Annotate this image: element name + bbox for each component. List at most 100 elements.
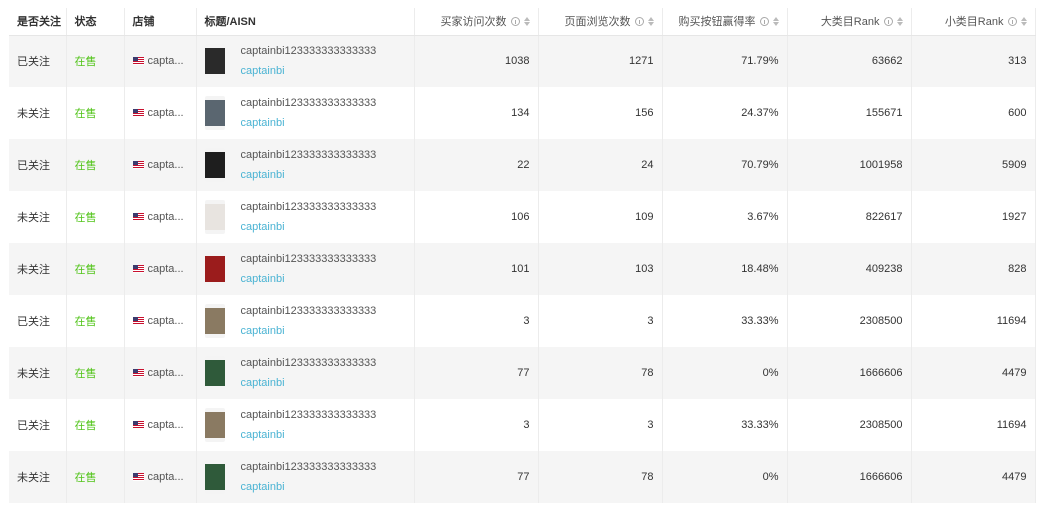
store-name: capta... — [147, 367, 184, 379]
cell-page-views: 3 — [538, 295, 663, 347]
info-icon[interactable] — [510, 16, 520, 26]
cell-status: 在售 — [66, 243, 125, 295]
col-header-followed: 是否关注 — [9, 8, 67, 36]
table-row[interactable]: 未关注 在售 capta... captainbi123333333333333… — [9, 191, 1036, 243]
product-thumbnail[interactable] — [204, 356, 225, 390]
product-title: captainbi123333333333333 — [240, 357, 377, 369]
cell-title: captainbi123333333333333 captainbi — [196, 451, 415, 503]
cell-main-rank: 63662 — [787, 35, 912, 87]
asin-link[interactable]: captainbi — [241, 65, 377, 77]
product-thumbnail[interactable] — [204, 148, 225, 182]
product-thumbnail[interactable] — [204, 460, 225, 494]
asin-link[interactable]: captainbi — [241, 117, 377, 129]
product-title: captainbi123333333333333 — [240, 409, 377, 421]
table-row[interactable]: 已关注 在售 capta... captainbi123333333333333… — [9, 399, 1036, 451]
status-badge: 在售 — [74, 420, 97, 432]
sort-icon[interactable] — [1020, 16, 1027, 26]
cell-followed: 未关注 — [9, 243, 67, 295]
cell-sub-rank: 1927 — [911, 191, 1036, 243]
asin-link[interactable]: captainbi — [241, 377, 377, 389]
col-header-status: 状态 — [66, 8, 125, 36]
asin-link[interactable]: captainbi — [241, 429, 377, 441]
store-name: capta... — [147, 107, 184, 119]
asin-link[interactable]: captainbi — [241, 273, 377, 285]
status-badge: 在售 — [74, 212, 97, 224]
cell-title: captainbi123333333333333 captainbi — [196, 347, 415, 399]
cell-main-rank: 155671 — [787, 87, 912, 139]
info-icon[interactable] — [759, 16, 769, 26]
product-title: captainbi123333333333333 — [240, 97, 377, 109]
cell-status: 在售 — [66, 139, 125, 191]
col-header-sub-rank-label: 小类目Rank — [944, 16, 1004, 29]
sort-icon[interactable] — [523, 16, 530, 26]
table-row[interactable]: 未关注 在售 capta... captainbi123333333333333… — [9, 243, 1036, 295]
table-row[interactable]: 未关注 在售 capta... captainbi123333333333333… — [9, 347, 1036, 399]
asin-link[interactable]: captainbi — [241, 221, 377, 233]
product-thumbnail[interactable] — [204, 304, 225, 338]
col-header-title: 标题/AISN — [196, 8, 415, 36]
col-header-sub-rank[interactable]: 小类目Rank — [911, 8, 1036, 36]
cell-title: captainbi123333333333333 captainbi — [196, 295, 415, 347]
cell-buyer-visits: 1038 — [414, 35, 539, 87]
cell-title: captainbi123333333333333 captainbi — [196, 191, 415, 243]
store: capta... — [132, 107, 188, 119]
col-header-main-rank-label: 大类目Rank — [820, 16, 880, 29]
product-info: captainbi123333333333333 captainbi — [204, 252, 406, 286]
store: capta... — [132, 471, 188, 483]
product-title: captainbi123333333333333 — [240, 253, 377, 265]
cell-buyer-visits: 3 — [414, 399, 539, 451]
product-info: captainbi123333333333333 captainbi — [204, 356, 406, 390]
cell-followed: 未关注 — [9, 191, 67, 243]
table-row[interactable]: 已关注 在售 capta... captainbi123333333333333… — [9, 139, 1036, 191]
table-row[interactable]: 已关注 在售 capta... captainbi123333333333333… — [9, 295, 1036, 347]
us-flag-icon — [132, 317, 144, 325]
cell-followed: 已关注 — [9, 295, 67, 347]
cell-store: capta... — [124, 191, 197, 243]
table-row[interactable]: 已关注 在售 capta... captainbi123333333333333… — [9, 35, 1036, 87]
col-header-main-rank[interactable]: 大类目Rank — [787, 8, 912, 36]
cell-page-views: 3 — [538, 399, 663, 451]
cell-main-rank: 1666606 — [787, 451, 912, 503]
info-icon[interactable] — [883, 16, 893, 26]
product-thumbnail[interactable] — [204, 252, 225, 286]
info-icon[interactable] — [1007, 16, 1017, 26]
store-name: capta... — [147, 471, 184, 483]
product-texts: captainbi123333333333333 captainbi — [241, 201, 377, 233]
product-info: captainbi123333333333333 captainbi — [204, 96, 406, 130]
product-title: captainbi123333333333333 — [240, 149, 377, 161]
product-thumbnail[interactable] — [204, 200, 225, 234]
us-flag-icon — [132, 109, 144, 117]
product-thumbnail[interactable] — [204, 44, 225, 79]
store-name: capta... — [147, 419, 184, 431]
cell-title: captainbi123333333333333 captainbi — [196, 35, 415, 87]
product-info: captainbi123333333333333 captainbi — [204, 44, 406, 79]
cell-buy-box-rate: 71.79% — [662, 35, 788, 87]
col-header-page-views[interactable]: 页面浏览次数 — [538, 8, 663, 36]
sort-icon[interactable] — [896, 16, 903, 26]
product-thumbnail[interactable] — [204, 408, 225, 442]
product-info: captainbi123333333333333 captainbi — [204, 460, 406, 494]
asin-link[interactable]: captainbi — [241, 325, 377, 337]
sort-icon[interactable] — [647, 16, 654, 26]
col-header-buyer-visits[interactable]: 买家访问次数 — [414, 8, 539, 36]
sort-icon[interactable] — [772, 16, 779, 26]
product-title: captainbi123333333333333 — [240, 461, 377, 473]
table-row[interactable]: 未关注 在售 capta... captainbi123333333333333… — [9, 451, 1036, 503]
product-thumbnail[interactable] — [204, 96, 225, 130]
store: capta... — [132, 419, 188, 431]
table-row[interactable]: 未关注 在售 capta... captainbi123333333333333… — [9, 87, 1036, 139]
cell-main-rank: 1666606 — [787, 347, 912, 399]
col-header-buy-box-rate[interactable]: 购买按钮赢得率 — [662, 8, 788, 36]
table-body: 已关注 在售 capta... captainbi123333333333333… — [9, 35, 1036, 503]
cell-store: capta... — [124, 87, 197, 139]
cell-followed: 已关注 — [9, 35, 67, 87]
product-title: captainbi123333333333333 — [240, 305, 377, 317]
cell-buy-box-rate: 18.48% — [662, 243, 788, 295]
asin-link[interactable]: captainbi — [241, 169, 377, 181]
info-icon[interactable] — [634, 16, 644, 26]
product-table-container: 是否关注 状态 店铺 标题/AISN 买家访问次数 页面浏览次数 购买按钮赢得率… — [9, 8, 1036, 503]
product-info: captainbi123333333333333 captainbi — [204, 148, 406, 182]
cell-sub-rank: 828 — [911, 243, 1036, 295]
status-badge: 在售 — [74, 108, 97, 120]
asin-link[interactable]: captainbi — [241, 481, 377, 493]
